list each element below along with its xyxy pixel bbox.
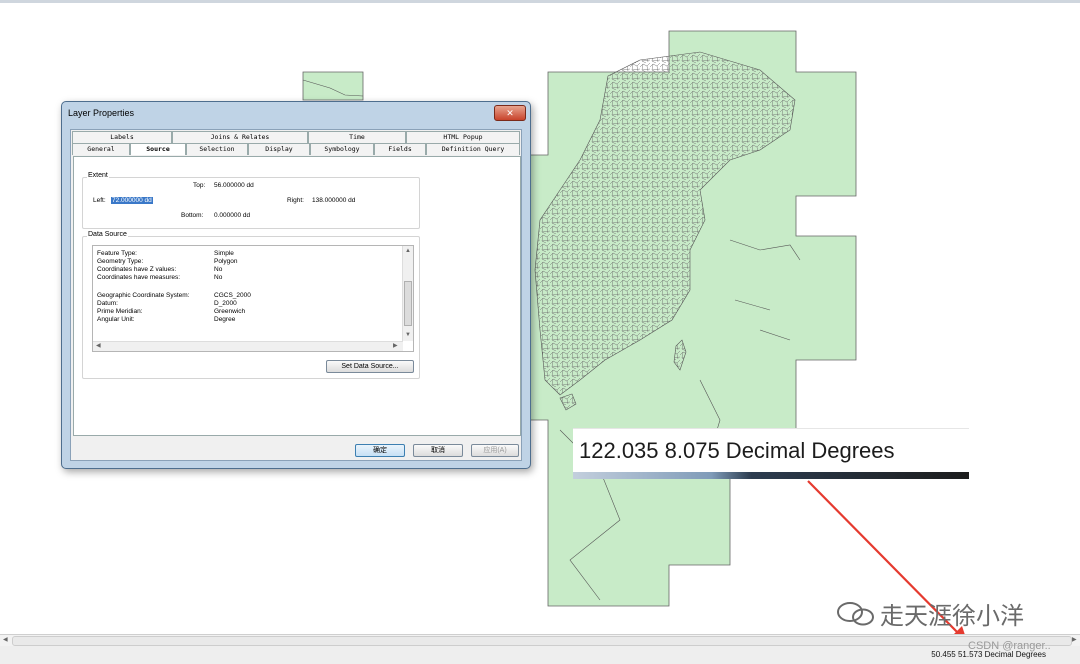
dialog-title: Layer Properties <box>68 108 135 118</box>
scroll-thumb[interactable] <box>404 281 412 326</box>
tab-html-popup[interactable]: HTML Popup <box>406 131 520 143</box>
ds-key: Feature Type: <box>97 250 137 257</box>
ds-value: Degree <box>214 316 236 323</box>
tab-joins-relates[interactable]: Joins & Relates <box>172 131 308 143</box>
tab-labels[interactable]: Labels <box>72 131 172 143</box>
dialog-body: Labels Joins & Relates Time HTML Popup G… <box>70 129 522 461</box>
apply-button[interactable]: 应用(A) <box>471 444 519 457</box>
csdn-watermark: CSDN @ranger.. <box>968 640 1051 652</box>
ds-value: No <box>214 274 223 281</box>
ds-value: CGCS_2000 <box>214 292 251 299</box>
right-value[interactable]: 138.000000 dd <box>312 197 355 204</box>
left-value[interactable]: 72.000000 dd <box>111 197 153 204</box>
wechat-icon <box>837 602 874 626</box>
ds-key: Coordinates have measures: <box>97 274 181 281</box>
extent-group: Extent Top: 56.000000 dd Left: 72.000000… <box>82 172 420 229</box>
data-source-listbox[interactable]: Feature Type: Simple Geometry Type: Poly… <box>92 245 414 352</box>
scroll-right-icon[interactable]: ▶ <box>1072 636 1077 643</box>
top-label: Top: <box>193 182 206 189</box>
watermark-text: 走天涯徐小洋 <box>880 603 1024 630</box>
ds-key: Datum: <box>97 300 118 307</box>
cancel-button[interactable]: 取消 <box>413 444 463 457</box>
ds-value: Greenwich <box>214 308 246 315</box>
tab-general[interactable]: General <box>72 143 130 155</box>
ds-value: Simple <box>214 250 234 257</box>
layer-properties-dialog: Layer Properties ✕ Labels Joins & Relate… <box>61 101 531 469</box>
data-source-group-label: Data Source <box>87 231 128 238</box>
extent-group-label: Extent <box>87 172 109 179</box>
scroll-down-icon[interactable]: ▼ <box>405 332 411 338</box>
coordinate-zoom-callout: 122.035 8.075 Decimal Degrees <box>573 428 969 479</box>
tab-row-front: General Source Selection Display Symbolo… <box>72 143 520 155</box>
close-icon[interactable]: ✕ <box>494 105 526 121</box>
set-data-source-button[interactable]: Set Data Source... <box>326 360 414 373</box>
ds-value: D_2000 <box>214 300 237 307</box>
tab-time[interactable]: Time <box>308 131 406 143</box>
tab-row-back: Labels Joins & Relates Time HTML Popup <box>72 131 520 143</box>
ds-key: Geographic Coordinate System: <box>97 292 190 299</box>
scroll-up-icon[interactable]: ▲ <box>405 248 411 254</box>
source-panel: Extent Top: 56.000000 dd Left: 72.000000… <box>73 156 521 436</box>
tab-symbology[interactable]: Symbology <box>310 143 374 155</box>
top-value[interactable]: 56.000000 dd <box>214 182 254 189</box>
ds-value: Polygon <box>214 258 238 265</box>
ds-key: Coordinates have Z values: <box>97 266 177 273</box>
scroll-right-icon[interactable]: ▶ <box>393 342 398 349</box>
listbox-horizontal-scrollbar[interactable]: ◀ ▶ <box>93 341 403 351</box>
tab-source[interactable]: Source <box>130 143 186 155</box>
ds-key: Geometry Type: <box>97 258 144 265</box>
ds-key: Angular Unit: <box>97 316 135 323</box>
listbox-vertical-scrollbar[interactable]: ▲ ▼ <box>402 246 413 341</box>
left-label: Left: <box>93 197 106 204</box>
zoom-gradient-bar <box>573 472 969 479</box>
scroll-left-icon[interactable]: ◀ <box>96 342 101 349</box>
data-source-group: Data Source Feature Type: Simple Geometr… <box>82 231 420 379</box>
scrollbar-track[interactable] <box>12 636 1072 646</box>
status-bar: 50.455 51.573 Decimal Degrees <box>0 646 1080 664</box>
bottom-label: Bottom: <box>181 212 204 219</box>
tab-definition-query[interactable]: Definition Query <box>426 143 520 155</box>
scroll-left-icon[interactable]: ◀ <box>3 636 8 643</box>
right-label: Right: <box>287 197 304 204</box>
ds-value: No <box>214 266 223 273</box>
bottom-value[interactable]: 0.000000 dd <box>214 212 250 219</box>
tab-selection[interactable]: Selection <box>186 143 248 155</box>
zoomed-coordinates: 122.035 8.075 Decimal Degrees <box>579 438 895 463</box>
ds-key: Prime Meridian: <box>97 308 143 315</box>
ok-button[interactable]: 确定 <box>355 444 405 457</box>
tab-display[interactable]: Display <box>248 143 310 155</box>
tab-fields[interactable]: Fields <box>374 143 426 155</box>
